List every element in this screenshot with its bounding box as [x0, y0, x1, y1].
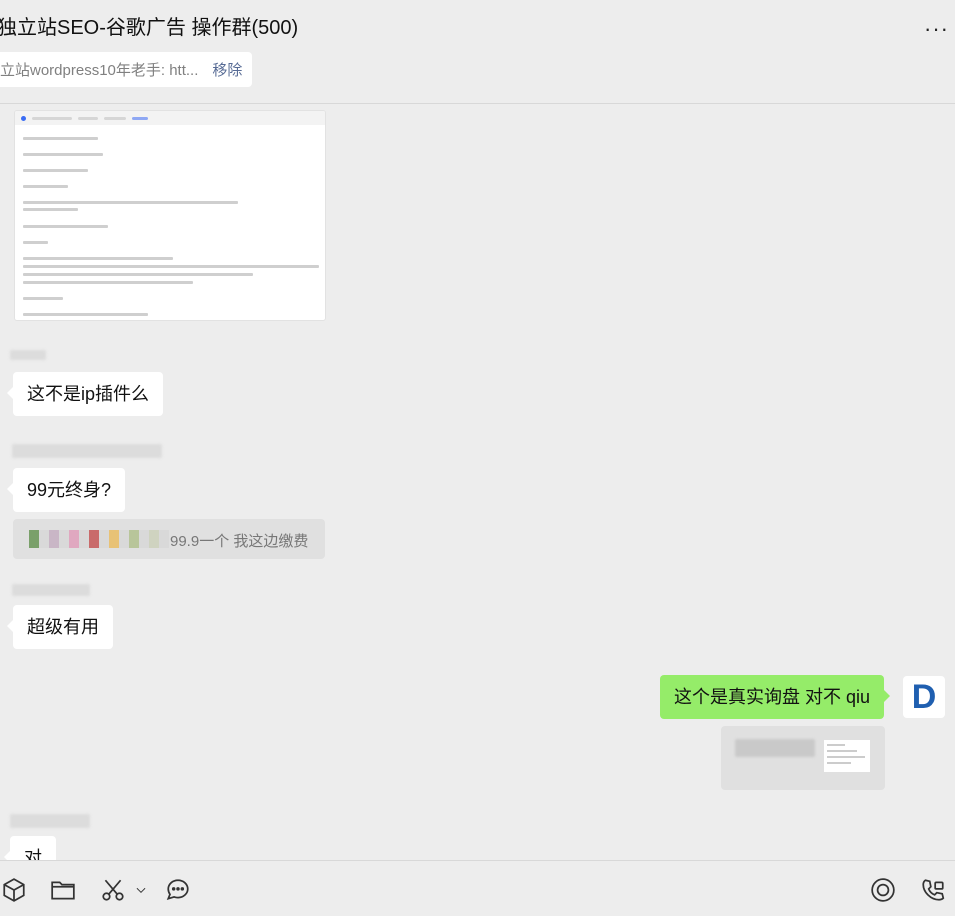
quoted-image-message[interactable]	[721, 726, 885, 790]
pinned-remove-button[interactable]: 移除	[212, 59, 242, 80]
message-bubble[interactable]: 对	[4, 836, 56, 860]
message-bubble[interactable]: 99元终身?	[6, 468, 126, 512]
quoted-thumbnail	[824, 740, 870, 772]
group-title[interactable]: 独立站SEO-谷歌广告 操作群(500)	[0, 11, 298, 40]
my-avatar[interactable]: D	[903, 676, 945, 718]
more-options-button[interactable]: ···	[924, 16, 949, 42]
folder-icon[interactable]	[49, 876, 77, 904]
pinned-message[interactable]: 立站wordpress10年老手: htt... 移除	[0, 52, 253, 87]
message-list[interactable]: 这不是ip插件么 99元终身? 99.9一个 我这边缴费 超级有用 这个是真实询…	[0, 104, 955, 860]
chat-bubble-icon[interactable]	[164, 876, 192, 904]
image-message[interactable]	[14, 110, 326, 321]
message-bubble[interactable]: 超级有用	[7, 605, 113, 649]
scissors-icon[interactable]	[99, 876, 127, 904]
live-icon[interactable]	[869, 876, 897, 904]
my-message-bubble[interactable]: 这个是真实询盘 对不 qiu	[660, 675, 891, 719]
call-icon[interactable]	[919, 876, 947, 904]
chevron-down-icon[interactable]	[131, 876, 151, 904]
message-bubble[interactable]: 这不是ip插件么	[6, 372, 164, 416]
sender-name	[10, 814, 90, 828]
sender-name	[12, 584, 90, 596]
quoted-message[interactable]: 99.9一个 我这边缴费	[13, 519, 325, 559]
sender-name	[10, 350, 46, 360]
input-toolbar	[0, 860, 955, 916]
quoted-sender	[735, 739, 815, 757]
cube-icon[interactable]	[0, 876, 28, 904]
quoted-sender	[29, 530, 169, 548]
quoted-text: 99.9一个 我这边缴费	[170, 533, 309, 550]
chat-header: 独立站SEO-谷歌广告 操作群(500) ··· 立站wordpress10年老…	[0, 0, 955, 104]
sender-name	[12, 444, 162, 458]
pinned-message-text[interactable]: 立站wordpress10年老手: htt...	[0, 59, 198, 80]
